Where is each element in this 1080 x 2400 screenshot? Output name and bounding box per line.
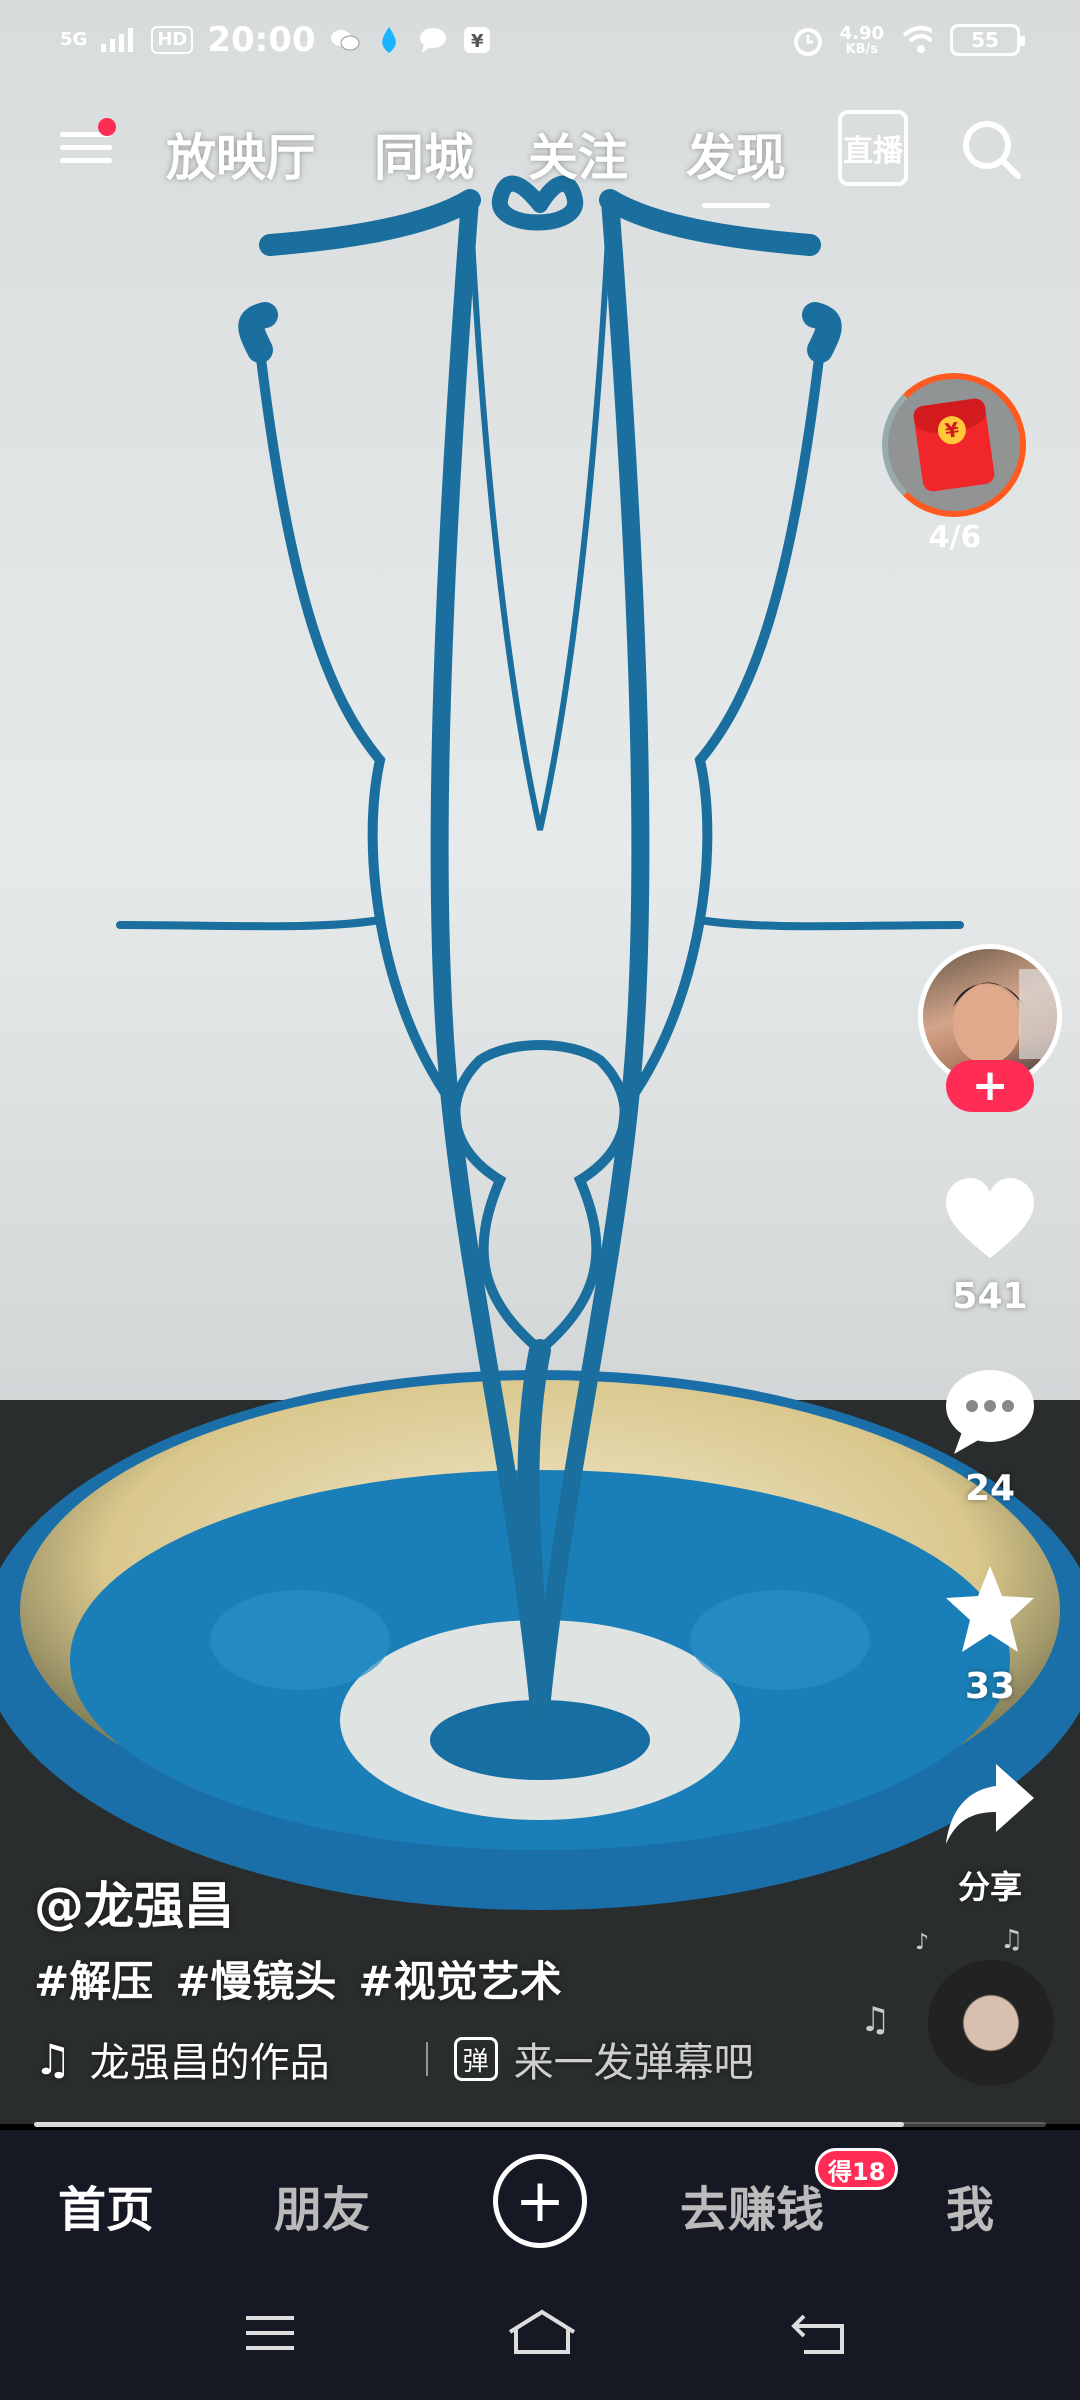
create-post-button[interactable]: +	[493, 2154, 587, 2248]
menu-icon[interactable]	[60, 118, 116, 176]
playback-progress-fill	[34, 2122, 905, 2127]
share-label: 分享	[957, 1868, 1022, 1906]
live-button[interactable]: 直播	[838, 110, 908, 186]
droplet-icon	[374, 25, 404, 55]
comment-count: 24	[964, 1468, 1016, 1509]
tab-local[interactable]: 同城	[374, 118, 474, 190]
nav-friends[interactable]: 朋友	[274, 2170, 370, 2240]
nav-home[interactable]: 首页	[58, 2170, 154, 2240]
net-speed-value: 4.90	[839, 22, 884, 44]
author-name[interactable]: @龙强昌	[34, 1866, 234, 1938]
hashtag[interactable]: #慢镜头	[175, 1948, 336, 2009]
hashtag[interactable]: #解压	[34, 1948, 153, 2009]
divider	[425, 2042, 428, 2076]
system-nav-bar	[0, 2270, 1080, 2400]
star-icon	[946, 1566, 1034, 1652]
recents-icon[interactable]	[240, 2308, 300, 2358]
clock: 20:00	[207, 20, 316, 60]
wifi-icon	[902, 25, 932, 55]
notification-dot	[98, 118, 116, 136]
status-bar: 5G HD 20:00 ¥ 4.90 KB/s 55	[0, 0, 1080, 80]
danmu-icon[interactable]: 弹	[453, 2037, 498, 2081]
music-note-icon: ♪	[915, 1930, 930, 1955]
video-frame-illustration	[0, 175, 1080, 2124]
chat-bubble-icon	[418, 25, 448, 55]
battery-icon: 55	[950, 24, 1025, 56]
tab-following[interactable]: 关注	[528, 118, 628, 190]
top-nav: 放映厅 同城 关注 发现 直播	[0, 100, 1080, 208]
search-icon[interactable]	[960, 118, 1022, 180]
wechat-icon	[330, 25, 360, 55]
red-envelope-icon	[912, 397, 996, 493]
heart-icon	[946, 1178, 1034, 1258]
nav-earn[interactable]: 去赚钱	[680, 2170, 824, 2240]
tab-discover[interactable]: 发现	[686, 118, 786, 208]
payment-icon: ¥	[462, 25, 492, 55]
like-count: 541	[952, 1276, 1028, 1317]
earn-badge: 得18	[815, 2148, 899, 2190]
live-label: 直播	[843, 134, 903, 169]
red-packet-widget[interactable]	[882, 373, 1026, 517]
svg-text:¥: ¥	[471, 31, 484, 52]
comment-icon	[946, 1370, 1034, 1454]
music-title[interactable]: 龙强昌的作品	[90, 2030, 400, 2088]
favorite-count: 33	[964, 1666, 1016, 1707]
share-button[interactable]: 分享	[930, 1756, 1050, 1908]
favorite-button[interactable]: 33	[930, 1560, 1050, 1707]
home-icon[interactable]	[506, 2308, 578, 2358]
music-note-icon: ♫	[34, 2034, 72, 2084]
signal-icon	[101, 28, 134, 52]
music-note-icon: ♫	[1000, 1925, 1024, 1955]
hashtag-list: #解压 #慢镜头 #视觉艺术	[34, 1948, 562, 2009]
music-note-icon: ♫	[860, 2000, 891, 2040]
hd-badge: HD	[151, 26, 194, 54]
video-player[interactable]	[0, 0, 1080, 2124]
battery-level: 55	[971, 28, 999, 52]
music-and-danmu-row: ♫ 龙强昌的作品 弹 来一发弹幕吧	[34, 2030, 754, 2088]
follow-button[interactable]: +	[946, 1060, 1034, 1112]
bottom-nav: 首页 朋友 + 去赚钱 得18 我	[0, 2130, 1080, 2270]
comment-button[interactable]: 24	[930, 1362, 1050, 1509]
like-button[interactable]: 541	[930, 1170, 1050, 1317]
danmu-input-hint[interactable]: 来一发弹幕吧	[514, 2030, 754, 2088]
net-speed-unit: KB/s	[845, 41, 879, 57]
playback-progress-bar[interactable]	[34, 2122, 1046, 2127]
nav-me[interactable]: 我	[946, 2170, 994, 2240]
hashtag[interactable]: #视觉艺术	[358, 1948, 561, 2009]
share-icon	[946, 1764, 1034, 1844]
red-packet-progress: 4/6	[928, 520, 982, 555]
music-disc[interactable]	[928, 1960, 1054, 2086]
back-icon[interactable]	[790, 2308, 850, 2358]
tab-theater[interactable]: 放映厅	[166, 118, 316, 190]
alarm-icon	[792, 25, 822, 56]
network-type: 5G	[60, 29, 88, 50]
